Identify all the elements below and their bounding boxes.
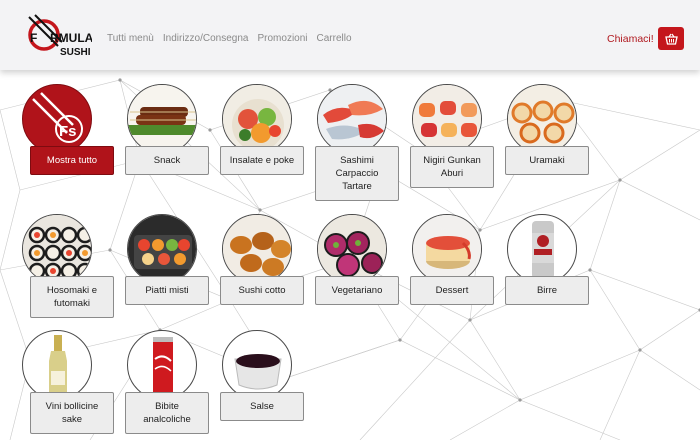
cart-button[interactable] xyxy=(658,27,684,50)
category-label: Sushi cotto xyxy=(220,276,304,305)
svg-text:F: F xyxy=(30,31,37,45)
uramaki-image xyxy=(507,84,577,154)
nav-link-delivery[interactable]: Indirizzo/Consegna xyxy=(163,33,249,44)
category-label: Nigiri Gunkan Aburi xyxy=(410,146,494,188)
category-label: Vini bollicine sake xyxy=(30,392,114,434)
category-label: Salse xyxy=(220,392,304,421)
veggie-rolls-image xyxy=(317,214,387,284)
svg-text:SUSHI: SUSHI xyxy=(60,47,91,58)
category-label: Hosomaki e futomaki xyxy=(30,276,114,318)
top-navbar: F RMULA SUSHI Tutti menù Indirizzo/Conse… xyxy=(0,0,700,70)
category-label: Snack xyxy=(125,146,209,175)
poke-salad-image xyxy=(222,84,292,154)
svg-text:Fs: Fs xyxy=(59,123,77,140)
nav-link-cart[interactable]: Carrello xyxy=(317,33,352,44)
svg-text:RMULA: RMULA xyxy=(50,31,92,45)
category-label: Birre xyxy=(505,276,589,305)
fs-logo-icon: Fs xyxy=(22,84,92,154)
nav-link-promotions[interactable]: Promozioni xyxy=(257,33,307,44)
beer-can-image xyxy=(507,214,577,284)
main-nav: Tutti menù Indirizzo/Consegna Promozioni… xyxy=(107,33,361,44)
category-label: Piatti misti xyxy=(125,276,209,305)
soy-sauce-image xyxy=(222,330,292,400)
category-label: Bibite analcoliche xyxy=(125,392,209,434)
cooked-sushi-image xyxy=(222,214,292,284)
category-label: Uramaki xyxy=(505,146,589,175)
hosomaki-image xyxy=(22,214,92,284)
wine-bottle-image xyxy=(22,330,92,400)
category-label: Mostra tutto xyxy=(30,146,114,175)
category-label: Vegetariano xyxy=(315,276,399,305)
call-us-link[interactable]: Chiamaci! xyxy=(607,33,654,45)
sashimi-image xyxy=(317,84,387,154)
category-label: Dessert xyxy=(410,276,494,305)
cola-can-image xyxy=(127,330,197,400)
nigiri-image xyxy=(412,84,482,154)
skewers-image xyxy=(127,84,197,154)
cheesecake-image xyxy=(412,214,482,284)
brand-logo[interactable]: F RMULA SUSHI xyxy=(26,14,94,60)
mixed-platter-image xyxy=(127,214,197,284)
basket-icon xyxy=(664,33,678,45)
category-label: Insalate e poke xyxy=(220,146,304,175)
nav-link-menu[interactable]: Tutti menù xyxy=(107,33,154,44)
category-label: Sashimi Carpaccio Tartare xyxy=(315,146,399,201)
